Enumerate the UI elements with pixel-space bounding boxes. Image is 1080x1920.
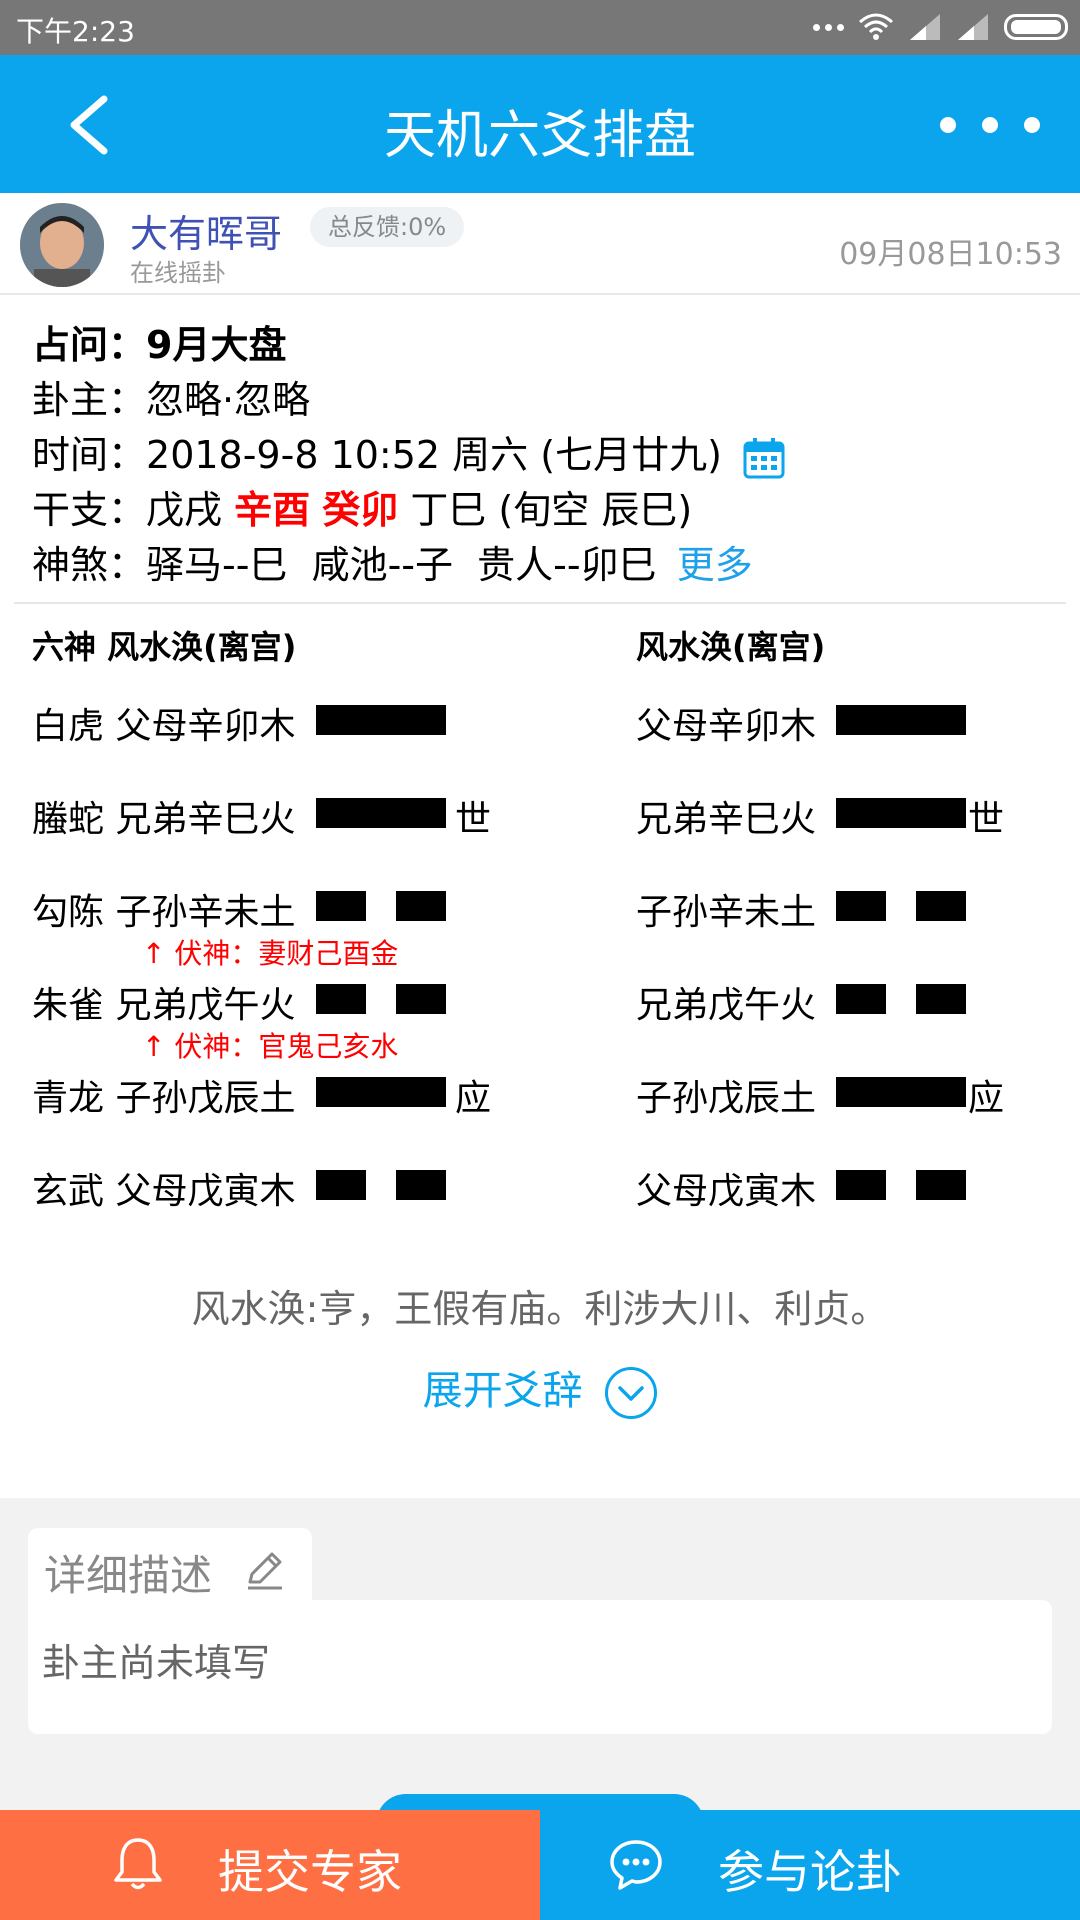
right-line-2: 兄弟辛巳火 [636,799,817,840]
right-yao-bar-6b [916,1170,966,1200]
left-yao-bar-1 [316,705,446,735]
fushen-note-1: ↑ 伏神：妻财己酉金 [142,937,399,970]
question-label: 占问： [32,323,147,367]
join-discussion-label: 参与论卦 [718,1845,902,1899]
signal-icon-1 [910,14,940,40]
info-block: 占问：9月大盘 卦主：忽略·忽略 时间：2018-9-8 10:52 周六 (七… [32,318,786,593]
more-notifications-icon [813,12,844,42]
post-datetime: 09月08日10:53 [839,237,1062,272]
right-yao-bar-4a [836,984,886,1014]
avatar[interactable] [20,203,104,287]
right-shi-mark: 世 [968,799,1005,840]
left-yao-bar-3b [396,891,446,921]
signal-icon-2 [958,14,988,40]
right-line-1: 父母辛卯木 [636,706,817,747]
chat-bubble-icon [610,1840,662,1890]
time-label: 时间： [32,433,147,477]
user-row: 大有晖哥 总反馈:0% 在线摇卦 09月08日10:53 [0,193,1080,295]
description-content: 卦主尚未填写 [42,1641,271,1685]
right-yao-bar-6a [836,1170,886,1200]
left-yao-bar-3a [316,891,366,921]
pencil-icon[interactable] [242,1546,288,1592]
right-yao-bar-4b [916,984,966,1014]
left-yao-bar-6a [316,1170,366,1200]
feedback-badge: 总反馈:0% [310,207,465,247]
left-shi-mark: 世 [455,799,492,840]
status-bar: 下午2:23 [0,0,1080,55]
wifi-icon [859,13,893,40]
ganzhi-month: 辛酉 [234,488,311,532]
bell-icon [114,1838,162,1890]
expand-label: 展开爻辞 [422,1368,583,1414]
right-yao-bar-3b [916,891,966,921]
left-line-2: 螣蛇 兄弟辛巳火 [32,799,296,840]
right-yao-bar-5 [836,1077,966,1107]
time-row: 时间：2018-9-8 10:52 周六 (七月廿九) [32,428,786,483]
shensha-row: 神煞：驿马--巳 咸池--子 贵人--卯巳 更多 [32,538,786,593]
owner-label: 卦主： [32,378,147,422]
left-yao-bar-2 [316,798,446,828]
right-line-4: 兄弟戊午火 [636,985,817,1026]
left-line-5: 青龙 子孙戊辰土 [32,1078,296,1119]
ganzhi-row: 干支：戊戌 辛酉 癸卯 丁巳 (旬空 辰巳) [32,483,786,538]
status-icons [813,12,1068,42]
shensha-label: 神煞： [32,543,147,587]
ganzhi-day: 癸卯 [322,488,399,532]
right-line-6: 父母戊寅木 [636,1171,817,1212]
right-line-5: 子孙戊辰土 [636,1078,817,1119]
left-hexagram-header: 六神 风水涣(离宫) [32,628,297,666]
more-options-icon[interactable] [940,113,1040,137]
ganzhi-label: 干支： [32,488,147,532]
right-ying-mark: 应 [968,1078,1005,1119]
ganzhi-year: 戊戌 [146,488,223,532]
gua-ci-text: 风水涣:亨，王假有庙。利涉大川、利贞。 [191,1287,889,1331]
left-line-1: 白虎 父母辛卯木 [32,706,296,747]
left-yao-bar-4b [396,984,446,1014]
owner-row: 卦主：忽略·忽略 [32,373,786,428]
left-yao-bar-5 [316,1077,446,1107]
app-bar: 天机六爻排盘 [0,55,1080,193]
submit-expert-label: 提交专家 [218,1845,402,1899]
left-line-4: 朱雀 兄弟戊午火 [32,985,296,1026]
right-line-3: 子孙辛未土 [636,892,817,933]
page-title: 天机六爻排盘 [383,106,696,166]
right-hexagram-header: 风水涣(离宫) [636,628,826,666]
question-row: 占问：9月大盘 [32,318,786,373]
status-time: 下午2:23 [16,15,135,48]
right-yao-bar-1 [836,705,966,735]
left-line-3: 勾陈 子孙辛未土 [32,892,296,933]
shensha-value: 驿马--巳 咸池--子 贵人--卯巳 [146,543,657,587]
question-value: 9月大盘 [146,323,287,367]
description-tab-label: 详细描述 [44,1551,213,1600]
left-ying-mark: 应 [455,1078,492,1119]
description-tab: 详细描述 [28,1528,312,1608]
fushen-note-2: ↑ 伏神：官鬼己亥水 [142,1030,399,1063]
right-yao-bar-3a [836,891,886,921]
ganzhi-hour: 丁巳 (旬空 辰巳) [410,488,693,532]
expand-yaoci-button[interactable]: 展开爻辞 [0,1358,1080,1419]
description-box: 卦主尚未填写 [28,1600,1052,1734]
battery-icon [1004,14,1068,40]
owner-value: 忽略·忽略 [146,378,311,422]
right-yao-bar-2 [836,798,966,828]
calendar-icon[interactable] [742,436,786,480]
submit-expert-button[interactable]: 提交专家 [0,1810,540,1920]
shensha-more-link[interactable]: 更多 [677,543,753,587]
join-discussion-button[interactable]: 参与论卦 [540,1810,1080,1920]
user-subtitle: 在线摇卦 [130,259,226,287]
left-line-6: 玄武 父母戊寅木 [32,1171,296,1212]
time-value: 2018-9-8 10:52 周六 (七月廿九) [146,433,722,477]
left-yao-bar-6b [396,1170,446,1200]
divider [14,602,1066,604]
user-name[interactable]: 大有晖哥 [130,203,282,258]
left-yao-bar-4a [316,984,366,1014]
chevron-down-icon [605,1367,658,1419]
